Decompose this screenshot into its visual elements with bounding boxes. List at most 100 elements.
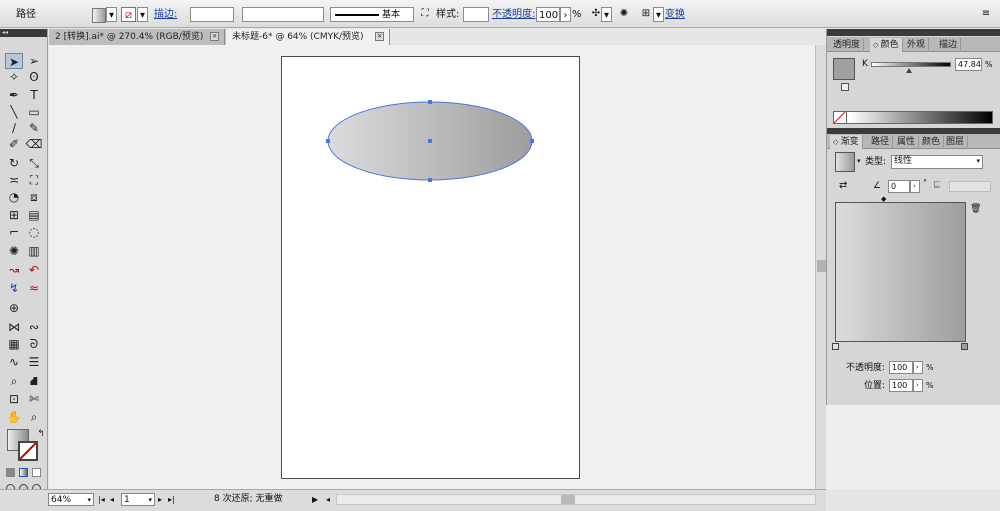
style-dropdown[interactable] <box>463 7 489 22</box>
stroke-link[interactable]: 描边: <box>154 7 177 22</box>
angle-field[interactable]: 0 <box>888 180 910 193</box>
align-dropdown[interactable]: ▾ <box>653 7 664 22</box>
first-artboard-icon[interactable]: |◂ <box>98 493 105 506</box>
selection-tool-icon[interactable]: ➤ <box>5 53 23 69</box>
rotate-icon[interactable]: ↻ <box>5 155 23 171</box>
spiral-icon[interactable]: ᘐ <box>25 336 43 352</box>
delete-stop-icon[interactable]: 🗑 <box>970 204 981 214</box>
opacity-field[interactable]: 100 <box>536 7 560 22</box>
k-slider-thumb[interactable] <box>906 68 913 73</box>
brush-definition[interactable]: 基本 <box>330 7 414 22</box>
symbol-sprayer-icon[interactable]: ✺ <box>5 243 23 259</box>
magic-wand-icon[interactable]: ✧ <box>5 69 23 85</box>
swap-fill-stroke-icon[interactable]: ↰ <box>32 426 50 442</box>
scale-icon[interactable]: ⤡ <box>25 155 43 171</box>
zoom-icon[interactable]: ⌕ <box>25 409 43 425</box>
column-graph-icon[interactable]: ▥ <box>25 243 43 259</box>
grid-tool-icon[interactable]: ▦ <box>5 336 23 352</box>
type-icon[interactable]: T <box>25 87 43 103</box>
stroke-weight-field[interactable] <box>190 7 234 22</box>
tab-transparency[interactable]: 透明度 <box>830 38 865 52</box>
fill-swatch[interactable] <box>92 8 106 23</box>
wave-icon[interactable]: ∿ <box>5 354 23 370</box>
slice-icon[interactable]: ✄ <box>25 391 43 407</box>
align-left-icon[interactable]: ☰ <box>25 354 43 370</box>
fill-dropdown[interactable]: ▾ <box>106 7 117 22</box>
line-segment-icon[interactable]: ╲ <box>5 104 23 120</box>
color-spectrum-bar[interactable] <box>833 111 993 124</box>
perspective-grid-icon[interactable]: ⧈ <box>25 189 43 205</box>
angle-stepper[interactable]: › <box>910 180 920 193</box>
lasso-icon[interactable]: ʘ <box>25 69 43 85</box>
gradient-mode-icon[interactable] <box>19 468 28 477</box>
gradient-stop-end[interactable] <box>961 343 968 350</box>
stop-location-stepper[interactable]: › <box>913 379 923 392</box>
tab-stroke[interactable]: 描边 <box>936 38 962 52</box>
variable-width-field[interactable] <box>242 7 324 22</box>
tab-attributes[interactable]: 属性 <box>894 135 920 149</box>
align-icon[interactable]: ⊞ <box>638 6 654 21</box>
direct-selection-icon[interactable]: ➢ <box>25 53 43 69</box>
stroke-swatch[interactable]: ⧄ <box>121 7 136 22</box>
graphic-style-icon[interactable]: ⛶ <box>417 6 433 21</box>
tab-gradient[interactable]: ◇ 渐变 <box>830 135 863 149</box>
next-artboard-icon[interactable]: ▸ <box>158 493 162 506</box>
width-tool-icon[interactable]: ≍ <box>5 172 23 188</box>
canvas-area[interactable] <box>49 45 815 489</box>
warp-1-icon[interactable]: ⋈ <box>5 319 23 335</box>
settings-gear-icon[interactable]: ✺ <box>616 6 632 21</box>
tab-document-1[interactable]: 2 [转换].ai* @ 270.4% (RGB/预览) × <box>49 29 225 45</box>
gradient-preview-dropdown-icon[interactable]: ▾ <box>857 157 861 165</box>
blend-icon[interactable]: ◌ <box>25 224 43 240</box>
live-paint-icon[interactable]: ⛘ <box>25 373 43 389</box>
panel-menu-icon[interactable]: ≡ <box>978 6 994 21</box>
zoom-select[interactable]: 64% ▾ <box>48 493 94 506</box>
crosshair-icon[interactable]: ⊕ <box>5 300 23 316</box>
gradient-slider-preview[interactable] <box>835 202 966 342</box>
blob-brush-icon[interactable]: ✐ <box>5 136 23 152</box>
rectangle-icon[interactable]: ▭ <box>25 104 43 120</box>
paintbrush-icon[interactable]: ∕ <box>5 120 23 136</box>
free-transform-icon[interactable]: ⛶ <box>25 172 43 188</box>
k-channel-slider[interactable] <box>871 62 951 73</box>
artboard-select[interactable]: 1 ▾ <box>121 493 155 506</box>
color-mode-icon[interactable] <box>6 468 15 477</box>
horizontal-scrollbar[interactable] <box>336 494 816 505</box>
warp-2-icon[interactable]: ∾ <box>25 319 43 335</box>
anchor-bottom[interactable] <box>428 178 432 182</box>
color-fill-swatch[interactable] <box>833 58 855 80</box>
opacity-link[interactable]: 不透明度: <box>492 7 535 22</box>
shape-builder-icon[interactable]: ◔ <box>5 189 23 205</box>
vertical-scrollbar[interactable] <box>815 45 826 489</box>
close-icon[interactable]: × <box>375 32 384 41</box>
recolor-dropdown[interactable]: ▾ <box>601 7 612 22</box>
custom-tool-3-icon[interactable]: ↯ <box>5 280 23 296</box>
pencil-icon[interactable]: ✎ <box>25 120 43 136</box>
stroke-color-box[interactable] <box>18 441 38 461</box>
eraser-icon[interactable]: ⌫ <box>25 136 43 152</box>
panel-dock-header[interactable] <box>827 29 1000 36</box>
stop-opacity-stepper[interactable]: › <box>913 361 923 374</box>
custom-tool-4-icon[interactable]: ≈ <box>25 280 43 296</box>
gradient-type-select[interactable]: 线性 ▾ <box>891 155 983 169</box>
pen-icon[interactable]: ✒ <box>5 87 23 103</box>
k-value-field[interactable]: 47.84 <box>955 58 982 71</box>
gradient-preview-swatch[interactable] <box>835 152 855 172</box>
prev-artboard-icon[interactable]: ◂ <box>110 493 114 506</box>
tab-pathfinder[interactable]: 路径 <box>868 135 894 149</box>
custom-tool-2-icon[interactable]: ↶ <box>25 262 43 278</box>
scroll-left-icon[interactable]: ◂ <box>326 493 330 506</box>
gradient-tool-icon[interactable]: ▤ <box>25 207 43 223</box>
toolbar-collapse-handle[interactable]: ◂◂ <box>0 29 47 37</box>
color-stroke-swatch[interactable] <box>841 83 849 91</box>
hand-icon[interactable]: ✋ <box>5 409 23 425</box>
mesh-icon[interactable]: ⊞ <box>5 207 23 223</box>
close-icon[interactable]: × <box>210 32 219 41</box>
stroke-dropdown[interactable]: ▾ <box>137 7 148 22</box>
artboard-tool-icon[interactable]: ⊡ <box>5 391 23 407</box>
stop-opacity-field[interactable]: 100 <box>889 361 913 374</box>
none-color-icon[interactable] <box>833 111 847 124</box>
tab-color[interactable]: ◇ 颜色 <box>870 38 903 52</box>
none-mode-icon[interactable] <box>32 468 41 477</box>
last-artboard-icon[interactable]: ▸| <box>168 493 175 506</box>
